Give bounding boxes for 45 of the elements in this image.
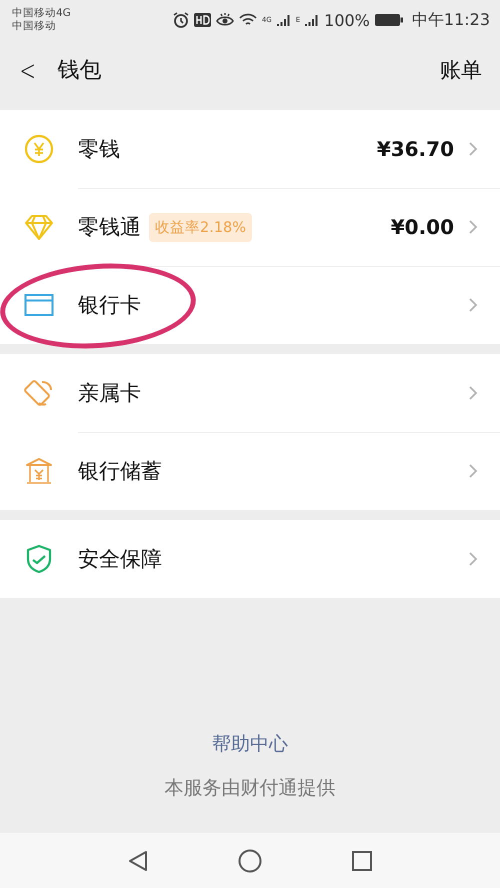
wallet-row[interactable]: 亲属卡 xyxy=(0,354,500,432)
balance-amount: ¥0.00 xyxy=(390,215,454,239)
row-label: 零钱通 xyxy=(78,214,141,241)
eye-icon xyxy=(216,13,234,27)
home-nav-icon[interactable] xyxy=(238,848,262,872)
back-nav-icon[interactable] xyxy=(128,850,148,872)
row-label: 银行储蓄 xyxy=(78,458,162,485)
wallet-row[interactable]: 安全保障 xyxy=(0,520,500,598)
row-label: 亲属卡 xyxy=(78,380,141,407)
shield-icon xyxy=(25,544,53,574)
help-center-link[interactable]: 帮助中心 xyxy=(212,731,288,757)
balance-amount: ¥36.70 xyxy=(376,137,454,161)
recents-nav-icon[interactable] xyxy=(352,850,372,870)
bill-button[interactable]: 账单 xyxy=(440,56,482,84)
wifi-icon xyxy=(238,13,257,27)
chevron-right-icon xyxy=(468,219,478,235)
card-icon xyxy=(24,293,54,317)
chevron-right-icon xyxy=(468,141,478,157)
chevron-right-icon xyxy=(468,551,478,567)
signal-icon xyxy=(305,13,320,27)
alarm-icon xyxy=(172,12,189,28)
row-label: 安全保障 xyxy=(78,546,162,573)
row-label: 银行卡 xyxy=(78,292,141,319)
coin-icon xyxy=(24,134,54,164)
bank-icon xyxy=(24,456,54,486)
carrier-name: 中国移动4G xyxy=(12,7,71,20)
carrier-name: 中国移动 xyxy=(12,20,57,33)
signal-icon xyxy=(276,13,291,27)
battery-percent: 100% xyxy=(324,10,370,30)
clock: 中午11:23 xyxy=(412,10,490,30)
chevron-right-icon xyxy=(468,297,478,313)
back-button[interactable]: < xyxy=(20,54,36,86)
wallet-row[interactable]: 零钱通 收益率2.18% ¥0.00 xyxy=(0,188,500,266)
chevron-right-icon xyxy=(468,463,478,479)
battery-icon xyxy=(374,13,403,27)
cards-icon xyxy=(24,378,54,408)
provider-note: 本服务由财付通提供 xyxy=(164,776,336,801)
page-title: 钱包 xyxy=(57,57,102,85)
hd-icon xyxy=(194,13,211,27)
wallet-row[interactable]: 零钱 ¥36.70 xyxy=(0,110,500,188)
chevron-right-icon xyxy=(468,385,478,401)
wallet-row[interactable]: 银行储蓄 xyxy=(0,432,500,510)
diamond-icon xyxy=(24,213,54,241)
row-label: 零钱 xyxy=(78,136,120,163)
yield-badge: 收益率2.18% xyxy=(149,212,252,242)
